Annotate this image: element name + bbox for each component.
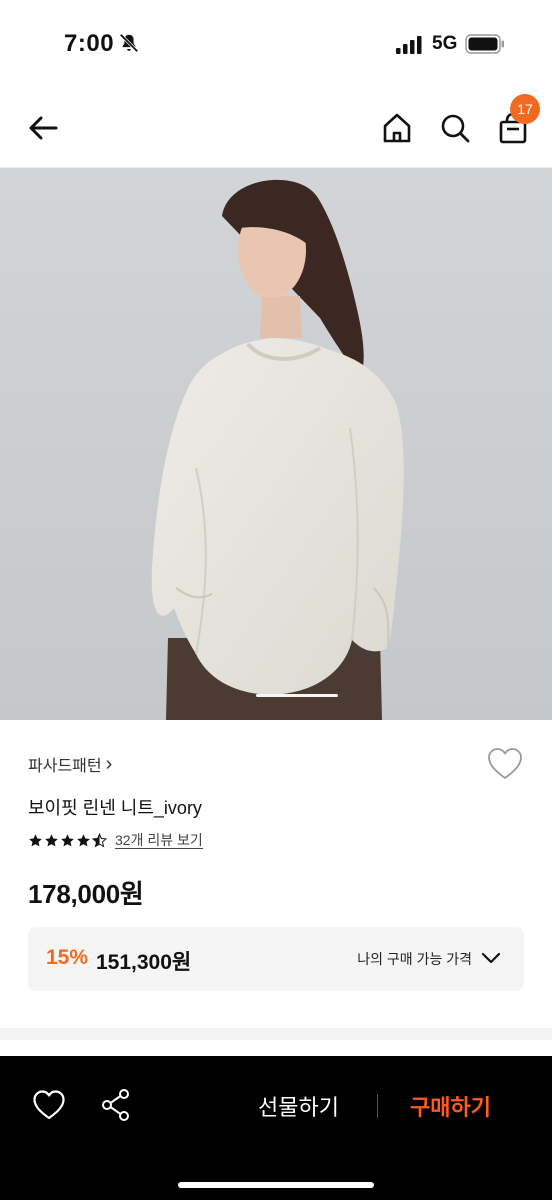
home-indicator xyxy=(178,1182,374,1188)
rating-row: 32개 리뷰 보기 xyxy=(28,832,203,849)
chevron-down-icon[interactable] xyxy=(480,947,502,969)
product-photo xyxy=(0,168,552,720)
signal-icon xyxy=(396,36,422,54)
back-arrow-icon[interactable] xyxy=(24,108,64,148)
battery-icon xyxy=(465,34,504,54)
my-price-label: 나의 구매 가능 가격 xyxy=(357,951,472,967)
home-icon[interactable] xyxy=(378,108,416,148)
discount-price-box[interactable]: 15% 151,300원 나의 구매 가능 가격 xyxy=(28,927,524,991)
chevron-right-icon: › xyxy=(105,753,113,775)
star-icon xyxy=(29,834,42,847)
bar-divider xyxy=(377,1094,378,1118)
search-icon[interactable] xyxy=(436,108,474,148)
bell-slash-icon xyxy=(119,33,139,53)
half-star-icon xyxy=(92,833,107,848)
star-icon xyxy=(61,834,74,847)
brand-name: 파사드패턴 xyxy=(28,758,102,775)
product-title: 보이핏 린넨 니트_ivory xyxy=(28,798,202,818)
bottom-action-bar: 선물하기 구매하기 xyxy=(0,1056,552,1200)
original-price: 178,000원 xyxy=(28,879,144,909)
nav-header: 17 xyxy=(0,88,552,168)
status-bar: 7:00 5G xyxy=(0,0,552,88)
star-icon xyxy=(45,834,58,847)
product-image[interactable] xyxy=(0,168,552,720)
heart-icon[interactable] xyxy=(486,746,524,782)
discount-rate: 15% xyxy=(46,946,89,969)
review-link[interactable]: 32개 리뷰 보기 xyxy=(115,832,203,849)
brand-link[interactable]: 파사드패턴 › xyxy=(28,752,112,776)
buy-button[interactable]: 구매하기 xyxy=(410,1090,491,1122)
section-divider xyxy=(0,1028,552,1040)
share-icon[interactable] xyxy=(100,1088,132,1122)
rating-stars xyxy=(28,833,107,848)
heart-icon[interactable] xyxy=(32,1088,66,1122)
network-label: 5G xyxy=(432,33,458,54)
image-carousel-indicator xyxy=(256,694,338,697)
status-time: 7:00 xyxy=(64,30,115,57)
star-icon xyxy=(77,834,90,847)
discount-price: 151,300원 xyxy=(96,951,192,974)
gift-button[interactable]: 선물하기 xyxy=(258,1090,339,1122)
cart-count-badge: 17 xyxy=(510,94,540,124)
